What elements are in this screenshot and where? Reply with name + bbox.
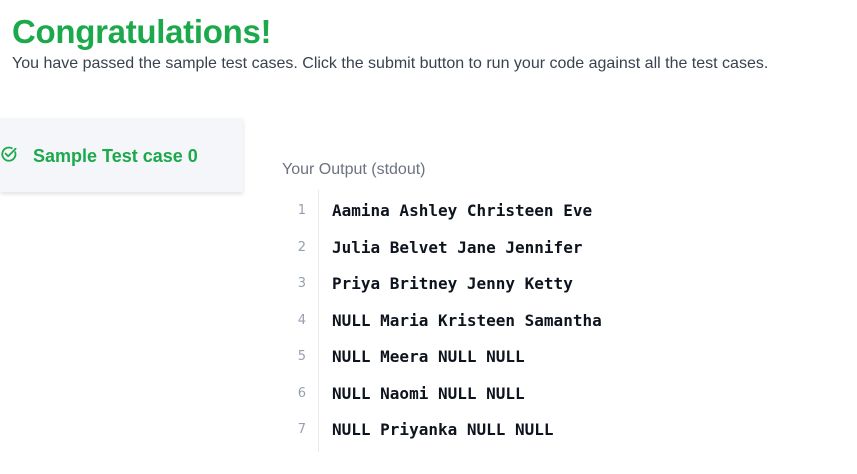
code-line: 1 Aamina Ashley Christeen Eve [282,193,842,229]
line-number: 6 [297,385,306,401]
code-line: 3 Priya Britney Jenny Ketty [282,266,842,302]
line-number: 4 [297,312,306,328]
test-results-page: Congratulations! You have passed the sam… [0,0,857,474]
line-number: 7 [297,422,306,437]
code-line: 4 NULL Maria Kristeen Samantha [282,303,842,339]
stdout-code-block: 1 Aamina Ashley Christeen Eve 2 Julia Be… [282,190,842,452]
line-number: 1 [297,203,306,218]
line-number: 5 [297,349,306,364]
output-heading: Your Output (stdout) [282,161,426,178]
check-circle-icon [0,145,18,163]
line-content: Aamina Ashley Christeen Eve [332,201,593,220]
line-content: Priya Britney Jenny Ketty [332,274,573,293]
test-case-list: Sample Test case 0 [0,118,243,192]
code-line: 2 Julia Belvet Jane Jennifer [282,230,842,266]
code-line: 7 NULL Priyanka NULL NULL [282,412,842,448]
line-content: NULL Naomi NULL NULL [332,383,525,403]
line-number: 2 [297,239,306,255]
tab-label: Sample Test case 0 [33,146,198,166]
line-number: 3 [297,276,306,291]
page-title: Congratulations! [12,13,272,50]
line-content: Julia Belvet Jane Jennifer [332,237,583,257]
line-content: NULL Maria Kristeen Samantha [332,310,602,330]
code-line: 6 NULL Naomi NULL NULL [282,376,842,412]
line-content: NULL Priyanka NULL NULL [332,420,554,439]
line-content: NULL Meera NULL NULL [332,347,525,366]
tab-sample-test-case-0[interactable]: Sample Test case 0 [0,118,243,192]
code-line: 5 NULL Meera NULL NULL [282,339,842,375]
result-message: You have passed the sample test cases. C… [12,55,769,72]
